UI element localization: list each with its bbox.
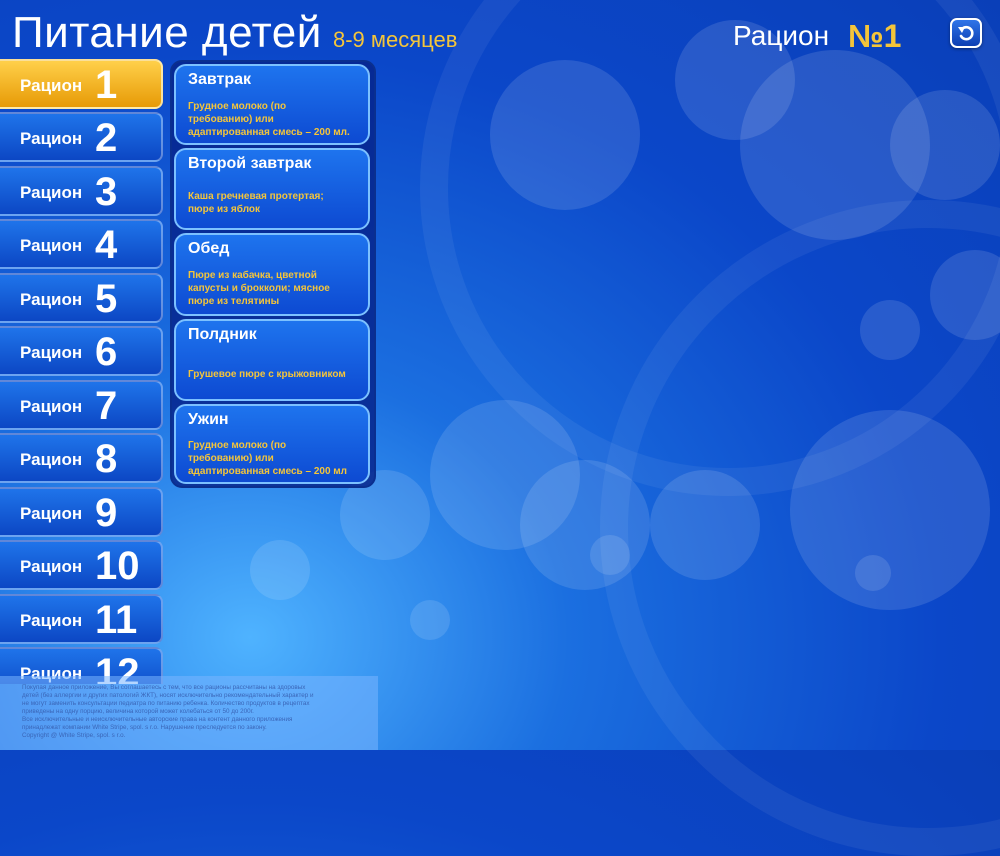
ration-item-9[interactable]: Рацион 9 bbox=[0, 487, 163, 537]
meal-description: Грушевое пюре с крыжовником bbox=[188, 368, 360, 381]
meal-title: Полдник bbox=[188, 326, 257, 343]
meal-title: Завтрак bbox=[188, 71, 252, 88]
meal-title: Ужин bbox=[188, 411, 229, 428]
disclaimer-line: Покупая данное приложение, Вы соглашаете… bbox=[22, 684, 306, 691]
ration-item-label: Рацион bbox=[20, 290, 83, 309]
age-subtitle: 8-9 месяцев bbox=[333, 27, 458, 52]
ration-item-6[interactable]: Рацион 6 bbox=[0, 326, 163, 376]
meal-title: Второй завтрак bbox=[188, 155, 312, 172]
ration-item-11[interactable]: Рацион 11 bbox=[0, 594, 163, 644]
return-arrow-icon bbox=[958, 25, 974, 41]
meal-description: Пюре из кабачка, цветной капусты и брокк… bbox=[188, 269, 360, 308]
meal-card-second-breakfast: Второй завтрак Каша гречневая протертая;… bbox=[174, 148, 370, 230]
meal-description: Грудное молоко (по требованию) или адапт… bbox=[188, 100, 360, 139]
meal-description-line: требованию) или bbox=[188, 453, 274, 464]
meal-description: Грудное молоко (по требованию) или адапт… bbox=[188, 439, 360, 478]
back-button[interactable] bbox=[950, 18, 982, 48]
ration-item-7[interactable]: Рацион 7 bbox=[0, 380, 163, 430]
meal-card-breakfast: Завтрак Грудное молоко (по требованию) и… bbox=[174, 64, 370, 145]
current-ration-number: №1 bbox=[848, 18, 902, 54]
ration-item-label: Рацион bbox=[20, 183, 83, 202]
ration-list: Рацион 1 Рацион 2 Рацион 3 Рацион 4 Раци… bbox=[0, 59, 165, 684]
ration-item-number: 8 bbox=[95, 437, 118, 481]
ration-item-1[interactable]: Рацион 1 bbox=[0, 59, 163, 109]
ration-item-label: Рацион bbox=[20, 504, 83, 523]
meal-description-line: Грудное молоко (по bbox=[188, 101, 287, 112]
ration-item-number: 6 bbox=[95, 330, 118, 374]
ration-item-number: 5 bbox=[95, 277, 118, 321]
ration-item-number: 10 bbox=[95, 544, 140, 588]
ration-item-2[interactable]: Рацион 2 bbox=[0, 112, 163, 162]
meal-card-dinner: Ужин Грудное молоко (по требованию) или … bbox=[174, 404, 370, 484]
meal-description-line: Грудное молоко (по bbox=[188, 440, 287, 451]
current-ration-label: Рацион bbox=[733, 20, 830, 51]
meal-title: Обед bbox=[188, 240, 230, 257]
ration-item-number: 9 bbox=[95, 491, 118, 535]
ration-item-3[interactable]: Рацион 3 bbox=[0, 166, 163, 216]
meal-description: Каша гречневая протертая; пюре из яблок bbox=[188, 190, 360, 216]
meal-description-line: требованию) или bbox=[188, 114, 274, 125]
meal-card-lunch: Обед Пюре из кабачка, цветной капусты и … bbox=[174, 233, 370, 316]
disclaimer-line: принадлежат компании White Stripe, spol.… bbox=[22, 724, 267, 731]
ration-item-number: 3 bbox=[95, 170, 118, 214]
meal-description-line: пюре из телятины bbox=[188, 296, 280, 307]
meal-card-afternoon-snack: Полдник Грушевое пюре с крыжовником bbox=[174, 319, 370, 401]
meal-description-line: пюре из яблок bbox=[188, 204, 261, 215]
meal-description-line: Пюре из кабачка, цветной bbox=[188, 270, 317, 281]
meal-description-line: капусты и брокколи; мясное bbox=[188, 283, 330, 294]
ration-item-5[interactable]: Рацион 5 bbox=[0, 273, 163, 323]
ration-item-8[interactable]: Рацион 8 bbox=[0, 433, 163, 483]
disclaimer-line: детей (без аллергии и других патологий Ж… bbox=[22, 692, 314, 699]
meal-description-line: адаптированная смесь – 200 мл. bbox=[188, 127, 350, 138]
ration-item-4[interactable]: Рацион 4 bbox=[0, 219, 163, 269]
ration-item-number: 7 bbox=[95, 384, 118, 428]
ration-item-label: Рацион bbox=[20, 76, 83, 95]
disclaimer-line: Все исключительные и неисключительные ав… bbox=[22, 716, 293, 723]
ration-item-label: Рацион bbox=[20, 236, 83, 255]
meal-description-line: адаптированная смесь – 200 мл bbox=[188, 466, 348, 477]
ration-item-number: 2 bbox=[95, 116, 118, 160]
disclaimer-line: не могут заменить консультации педиатра … bbox=[22, 700, 310, 707]
ration-item-label: Рацион bbox=[20, 450, 83, 469]
ration-item-label: Рацион bbox=[20, 611, 83, 630]
meal-description-line: Грушевое пюре с крыжовником bbox=[188, 369, 346, 380]
ration-item-label: Рацион bbox=[20, 129, 83, 148]
ration-item-number: 4 bbox=[95, 223, 118, 267]
disclaimer-line: Copyright @ White Stripe, spol. s r.o. bbox=[22, 732, 126, 739]
meal-description-line: Каша гречневая протертая; bbox=[188, 191, 324, 202]
ration-item-label: Рацион bbox=[20, 557, 83, 576]
ration-item-number: 1 bbox=[95, 63, 118, 107]
ration-item-label: Рацион bbox=[20, 343, 83, 362]
disclaimer-line: приведены на одну порцию, величина котор… bbox=[22, 708, 254, 715]
disclaimer-text: Покупая данное приложение, Вы соглашаете… bbox=[0, 676, 378, 750]
ration-item-number: 11 bbox=[95, 598, 138, 642]
ration-item-label: Рацион bbox=[20, 397, 83, 416]
page-title: Питание детей bbox=[12, 8, 322, 57]
ration-item-10[interactable]: Рацион 10 bbox=[0, 540, 163, 590]
